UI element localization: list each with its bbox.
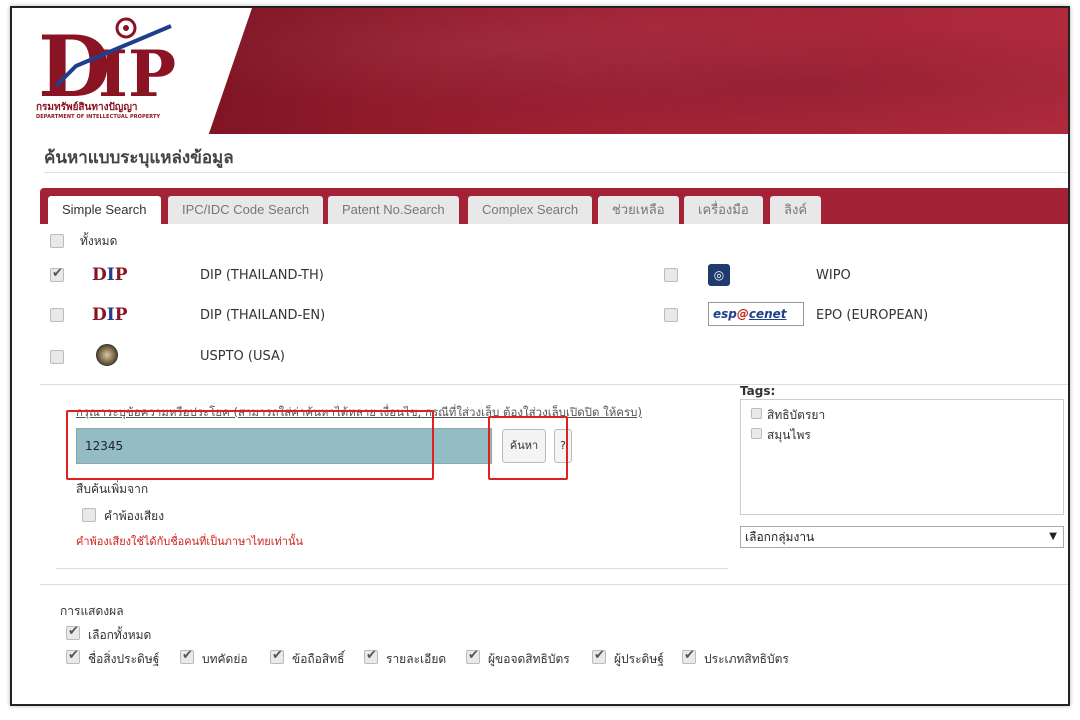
tab-tools[interactable]: เครื่องมือ: [684, 196, 763, 224]
field-inventor-checkbox[interactable]: [592, 648, 606, 664]
org-name-english: DEPARTMENT OF INTELLECTUAL PROPERTY: [36, 114, 161, 120]
display-label: การแสดงผล: [60, 604, 124, 618]
tag-drug-patent-checkbox[interactable]: [751, 408, 762, 419]
field-abstract-label: บทคัดย่อ: [202, 652, 248, 666]
source-epo-label: EPO (EUROPEAN): [816, 308, 929, 323]
logo-area[interactable]: D IP กรมทรัพย์สินทางปัญญา DEPARTMENT OF …: [12, 8, 252, 134]
field-patent-type-label: ประเภทสิทธิบัตร: [704, 652, 789, 666]
field-claims-label: ข้อถือสิทธิ์: [292, 652, 345, 666]
homophone-note: คำพ้องเสียงใช้ได้กับชื่อคนที่เป็นภาษาไทย…: [76, 535, 303, 548]
field-title-checkbox[interactable]: [66, 648, 80, 664]
source-wipo-label: WIPO: [816, 268, 851, 283]
dip-logo-icon: DIP: [92, 305, 128, 325]
source-uspto-checkbox[interactable]: [50, 350, 64, 364]
tab-ipc-idc-code-search[interactable]: IPC/IDC Code Search: [168, 196, 324, 224]
browser-frame: D IP กรมทรัพย์สินทางปัญญา DEPARTMENT OF …: [10, 6, 1070, 706]
tab-help[interactable]: ช่วยเหลือ: [598, 196, 679, 224]
dip-logo-icon: D IP: [38, 17, 176, 106]
tab-bar: Simple Search IPC/IDC Code Search Patent…: [40, 188, 1068, 224]
tag-herb-label: สมุนไพร: [767, 428, 811, 442]
title-divider: [44, 172, 1068, 173]
source-dip-en-checkbox[interactable]: [50, 308, 64, 322]
source-all-checkbox[interactable]: [50, 234, 64, 248]
tab-patent-no-search[interactable]: Patent No.Search: [328, 196, 459, 224]
espacenet-logo-icon: esp@cenet: [708, 302, 804, 326]
svg-text:IP: IP: [98, 37, 176, 106]
source-dip-en-label: DIP (THAILAND-EN): [200, 308, 326, 323]
uspto-seal-icon: [96, 344, 118, 366]
extra-search-label: สืบค้นเพิ่มจาก: [76, 482, 149, 496]
header-banner: D IP กรมทรัพย์สินทางปัญญา DEPARTMENT OF …: [12, 8, 1068, 134]
select-all-fields-label: เลือกทั้งหมด: [88, 628, 152, 642]
source-dip-th-checkbox[interactable]: [50, 266, 64, 282]
field-abstract-checkbox[interactable]: [180, 648, 194, 664]
chevron-down-icon: ▼: [1049, 531, 1057, 542]
tag-herb-checkbox[interactable]: [751, 428, 762, 439]
work-group-select[interactable]: เลือกกลุ่มงาน ▼: [740, 526, 1064, 548]
section-divider: [56, 568, 728, 569]
tags-list: สิทธิบัตรยา สมุนไพร: [740, 399, 1064, 515]
field-title-label: ชื่อสิ่งประดิษฐ์: [88, 652, 160, 666]
field-details-label: รายละเอียด: [386, 652, 447, 666]
homophone-checkbox[interactable]: [82, 508, 96, 522]
homophone-label: คำพ้องเสียง: [104, 509, 165, 523]
wipo-logo-icon: ◎: [708, 264, 730, 286]
dip-logo-icon: DIP: [92, 265, 128, 285]
field-details-checkbox[interactable]: [364, 648, 378, 664]
source-uspto-label: USPTO (USA): [200, 349, 285, 364]
section-divider: [40, 584, 1068, 585]
tab-simple-search[interactable]: Simple Search: [48, 196, 161, 224]
section-divider: [40, 384, 1068, 385]
field-patent-type-checkbox[interactable]: [682, 648, 696, 664]
field-applicant-label: ผู้ขอจดสิทธิบัตร: [488, 652, 570, 666]
field-inventor-label: ผู้ประดิษฐ์: [614, 652, 664, 666]
field-applicant-checkbox[interactable]: [466, 648, 480, 664]
search-panel: ทั้งหมด DIP DIP (THAILAND-TH) DIP DIP (T…: [40, 224, 1068, 690]
banner-texture: [232, 8, 1068, 134]
select-all-fields-checkbox[interactable]: [66, 624, 80, 640]
button-highlight-box: [488, 416, 568, 480]
source-all-label: ทั้งหมด: [80, 234, 118, 248]
tab-complex-search[interactable]: Complex Search: [468, 196, 593, 224]
source-epo-checkbox[interactable]: [664, 308, 678, 322]
field-claims-checkbox[interactable]: [270, 648, 284, 664]
tags-label: Tags:: [740, 384, 776, 398]
input-highlight-box: [66, 410, 434, 480]
source-wipo-checkbox[interactable]: [664, 268, 678, 282]
work-group-select-value: เลือกกลุ่มงาน: [745, 530, 815, 544]
source-dip-th-label: DIP (THAILAND-TH): [200, 268, 324, 283]
tab-links[interactable]: ลิงค์: [770, 196, 822, 224]
tag-drug-patent-label: สิทธิบัตรยา: [767, 408, 826, 422]
page-title: ค้นหาแบบระบุแหล่งข้อมูล: [44, 148, 234, 168]
org-name-thai: กรมทรัพย์สินทางปัญญา: [36, 102, 138, 113]
